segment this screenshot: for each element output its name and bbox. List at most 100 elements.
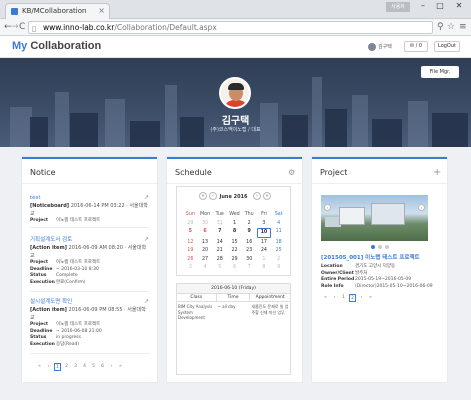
external-link-icon[interactable]: ↗ [144,194,149,201]
column-header: Appointment [255,295,285,300]
app-logo[interactable]: My Collaboration [12,40,101,52]
window-close-button[interactable]: ✕ [450,0,468,12]
page-button[interactable]: 2 [63,363,70,371]
prev-image-icon[interactable]: ‹ [324,204,331,211]
calendar-day[interactable]: 23 [242,247,257,255]
reload-icon[interactable]: C [19,22,25,33]
calendar-day[interactable]: 4 [271,220,286,228]
browser-tab[interactable]: KB/MCollaboration × [5,3,110,19]
last-page-button[interactable]: » [367,294,374,302]
calendar-day[interactable]: 18 [271,239,286,247]
notice-item[interactable]: 설시설계도면 확인 [Action item] 2016-06-09 PM 08… [30,298,150,348]
external-link-icon[interactable]: ↗ [144,236,149,243]
calendar-day[interactable]: 28 [212,256,227,264]
notice-item-title[interactable]: 기획설계도서 검토 [30,236,150,244]
address-bar[interactable]: ▯ www.inno-lab.co.kr/Collaboration/Defau… [28,21,433,34]
gear-icon[interactable]: ⚙ [288,168,295,178]
window-user-badge[interactable]: 사용자 [386,2,410,12]
calendar-day[interactable]: 3 [183,264,198,272]
page-button[interactable]: 3 [72,363,79,371]
calendar-day[interactable]: 17 [257,239,272,247]
calendar-day[interactable]: 2 [271,256,286,264]
calendar-day[interactable]: 1 [257,256,272,264]
calendar-day[interactable]: 29 [183,220,198,228]
calendar-day[interactable]: 30 [242,256,257,264]
external-link-icon[interactable]: ↗ [144,298,149,305]
calendar-day[interactable]: 29 [227,256,242,264]
tab-close-icon[interactable]: × [98,4,105,18]
calendar-day[interactable]: 26 [183,256,198,264]
table-row[interactable]: BIM City Analysis System Development ~ a… [177,303,290,322]
calendar-day[interactable]: 8 [257,264,272,272]
calendar-day[interactable]: 25 [271,247,286,255]
next-year-button[interactable]: » [263,192,271,200]
page-button[interactable]: 5 [90,363,97,371]
notice-item[interactable]: test [Noticeboard] 2016-06-14 PM 03:22 ·… [30,194,150,225]
next-page-button[interactable]: › [108,363,115,371]
calendar-day[interactable]: 27 [198,256,213,264]
logout-button[interactable]: LogOut [434,41,460,52]
project-image[interactable]: ‹ › [321,195,428,241]
calendar-day[interactable]: 19 [183,247,198,255]
calendar-day[interactable]: 3 [257,220,272,228]
browser-menu-icon[interactable]: ≡ [459,22,467,33]
next-month-button[interactable]: › [253,192,261,200]
page-button[interactable]: 4 [81,363,88,371]
project-name[interactable]: [201505_001] 이노랩 테스트 프로젝트 [321,254,441,262]
page-button[interactable]: 1 [340,294,347,302]
calendar-day[interactable]: 6 [227,264,242,272]
calendar-day[interactable]: 9 [271,264,286,272]
calendar-day[interactable]: 24 [257,247,272,255]
notice-item-title[interactable]: test [30,194,150,202]
page-button[interactable]: 1 [54,363,61,371]
page-button[interactable]: 2 [349,294,356,302]
calendar-day[interactable]: 22 [227,247,242,255]
forward-icon[interactable]: → [11,22,19,33]
calendar-day[interactable]: 21 [212,247,227,255]
notice-item-title[interactable]: 설시설계도면 확인 [30,298,150,306]
last-page-button[interactable]: » [117,363,124,371]
calendar-day[interactable]: 31 [212,220,227,228]
calendar-day[interactable]: 13 [198,239,213,247]
minimize-button[interactable]: – [415,0,431,12]
file-manager-button[interactable]: File Mgr. [421,66,459,78]
calendar-day[interactable]: 7 [212,228,227,238]
calendar-day[interactable]: 30 [198,220,213,228]
calendar-day[interactable]: 8 [227,228,242,238]
calendar-day[interactable]: 9 [242,228,257,238]
tab-title: KB/MCollaboration [22,7,87,15]
bookmark-star-icon[interactable]: ☆ [447,22,455,33]
next-image-icon[interactable]: › [418,204,425,211]
calendar-day[interactable]: 6 [198,228,213,238]
app-header: My Collaboration 김구택 ✉ / 0 LogOut [0,36,471,58]
prev-page-button[interactable]: ‹ [45,363,52,371]
next-page-button[interactable]: › [358,294,365,302]
page-button[interactable]: 6 [99,363,106,371]
calendar-day[interactable]: 1 [227,220,242,228]
user-chip[interactable]: 김구택 [368,42,392,52]
calendar-day[interactable]: 20 [198,247,213,255]
calendar-day[interactable]: 2 [242,220,257,228]
notice-item-tag: [Noticeboard] [30,203,70,209]
mail-button[interactable]: ✉ / 0 [404,41,428,52]
indicator-dot[interactable] [370,245,375,249]
calendar-day[interactable]: 16 [242,239,257,247]
calendar-day[interactable]: 7 [242,264,257,272]
calendar-day[interactable]: 14 [212,239,227,247]
add-project-button[interactable]: + [433,168,441,178]
calendar-day[interactable]: 4 [198,264,213,272]
calendar-day[interactable]: 11 [271,228,286,238]
calendar-day-today[interactable]: 10 [256,228,272,238]
maximize-button[interactable]: □ [432,0,448,12]
notice-item[interactable]: 기획설계도서 검토 [Action item] 2016-06-09 AM 08… [30,236,150,286]
calendar-day[interactable]: 12 [183,239,198,247]
prev-page-button[interactable]: ‹ [331,294,338,302]
first-page-button[interactable]: « [322,294,329,302]
indicator-dot[interactable] [384,245,389,249]
calendar-day[interactable]: 15 [227,239,242,247]
zoom-icon[interactable]: ⚲ [437,22,444,33]
calendar-day[interactable]: 5 [212,264,227,272]
first-page-button[interactable]: « [36,363,43,371]
indicator-dot[interactable] [377,245,382,249]
calendar-day[interactable]: 5 [183,228,198,238]
